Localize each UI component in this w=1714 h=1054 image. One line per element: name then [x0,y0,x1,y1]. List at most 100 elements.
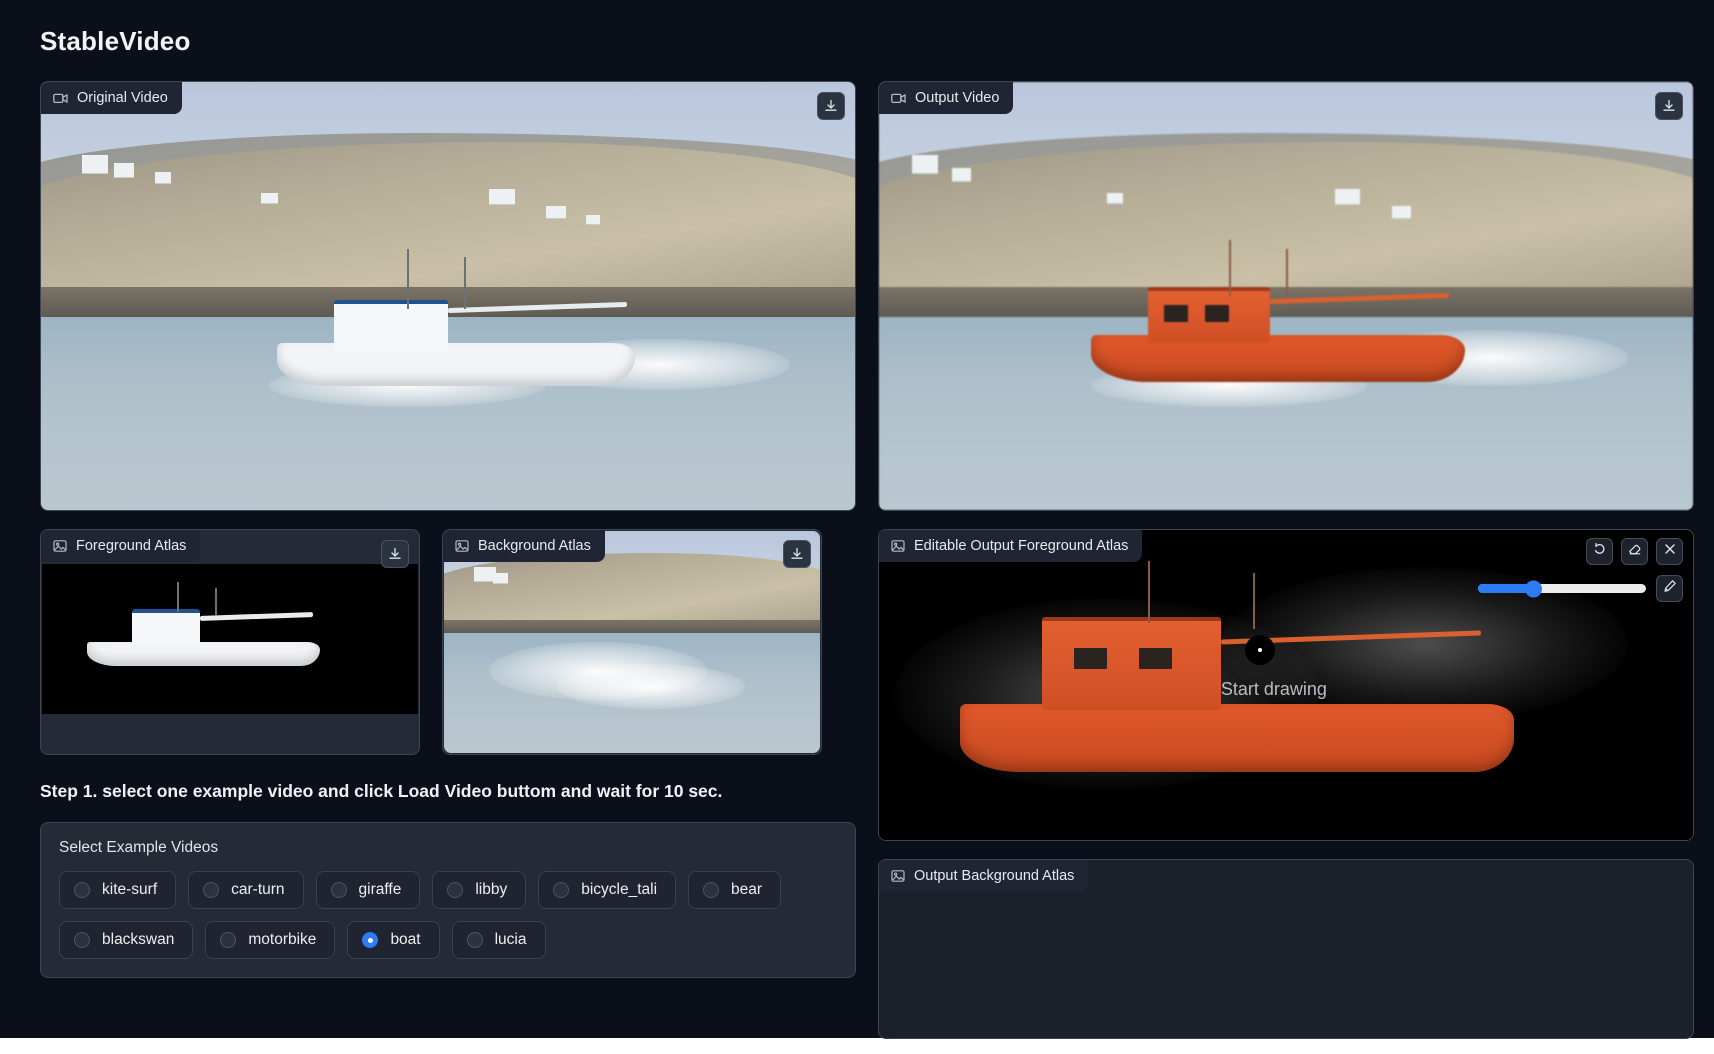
editable-output-foreground-atlas-panel: Start drawing Editable Output Foreground… [878,529,1694,841]
radio-label: blackswan [102,931,175,948]
close-icon [1663,542,1677,561]
house [260,193,278,204]
radio-label: kite-surf [102,881,158,898]
house [154,171,171,183]
left-column: Original Video Foreground Atlas Backgrou… [40,81,856,1039]
output-background-atlas-label-tag: Output Background Atlas [879,860,1089,892]
page-title: StableVideo [40,26,191,56]
radio-blackswan[interactable]: blackswan [59,921,194,959]
brush-size-slider[interactable] [1478,580,1646,597]
image-icon [455,539,469,553]
foreground-atlas-label: Foreground Atlas [76,538,187,554]
radio-label: car-turn [231,881,285,898]
output-video-label: Output Video [915,90,1000,106]
radio-label: lucia [494,931,527,948]
download-background-atlas-button[interactable] [783,540,811,568]
radio-motorbike[interactable]: motorbike [205,921,336,959]
radio-dot [466,932,483,948]
house [911,154,938,173]
background-atlas-label: Background Atlas [478,538,591,554]
undo-icon [1593,542,1607,561]
radio-dot [74,932,90,948]
editable-output-foreground-atlas-label: Editable Output Foreground Atlas [914,538,1129,554]
example-videos-title: Select Example Videos [59,839,219,856]
close-button[interactable] [1656,538,1683,565]
example-videos-row: kite-surf car-turn giraffe libby bicycle… [59,871,837,909]
image-icon [891,869,905,883]
foreground-atlas-panel: Foreground Atlas [40,529,420,755]
house [1334,189,1360,204]
foreground-atlas-image[interactable] [42,564,418,714]
radio-dot [553,882,570,898]
editable-atlas-toolbar [1586,538,1683,565]
brush-size-control [1478,575,1683,602]
example-videos-rows: kite-surf car-turn giraffe libby bicycle… [59,871,837,959]
output-background-atlas-panel: Output Background Atlas [878,859,1694,1039]
radio-boat[interactable]: boat [347,921,440,959]
step1-instruction: Step 1. select one example video and cli… [40,781,723,801]
house [1391,206,1411,219]
background-atlas-label-tag: Background Atlas [443,530,605,562]
radio-dot [330,882,347,898]
hill [41,141,855,305]
brush-size-slider-knob[interactable] [1525,580,1543,597]
video-camera-icon [53,92,68,105]
output-background-atlas-label: Output Background Atlas [914,868,1075,884]
atlas-row: Foreground Atlas Background Atlas [40,529,856,755]
radio-dot [203,882,220,898]
house [952,167,972,181]
original-video-label-tag: Original Video [41,82,182,114]
radio-label: boat [390,931,421,948]
radio-dot [703,882,720,898]
download-output-video-button[interactable] [1655,92,1683,120]
radio-dot [74,882,90,898]
start-drawing-hint: Start drawing [1220,678,1327,699]
radio-car-turn[interactable]: car-turn [188,871,304,909]
radio-libby[interactable]: libby [432,871,527,909]
radio-bear[interactable]: bear [688,871,782,909]
background-atlas-image[interactable] [444,531,820,753]
radio-label: motorbike [248,931,317,948]
radio-label: bicycle_tali [581,881,658,898]
image-icon [53,539,67,553]
app-root: StableVideo Original Video Foreground At… [0,0,1714,1039]
radio-bicycle-tali[interactable]: bicycle_tali [538,871,677,909]
radio-kite-surf[interactable]: kite-surf [59,871,177,909]
editable-output-foreground-atlas-label-tag: Editable Output Foreground Atlas [879,530,1143,562]
output-video-label-tag: Output Video [879,82,1014,114]
house [586,214,601,224]
house [114,163,135,178]
house [545,206,566,219]
example-videos-row: blackswan motorbike boat lucia [59,921,837,959]
image-icon [891,539,905,553]
output-video-panel: Output Video [878,81,1694,511]
house [1106,193,1123,204]
eraser-button[interactable] [1621,538,1648,565]
output-video-canvas[interactable] [879,82,1693,510]
foreground-atlas-label-tag: Foreground Atlas [41,530,201,562]
pen-tool-button[interactable] [1656,575,1683,602]
original-video-label: Original Video [77,90,168,106]
house [81,154,108,173]
house [488,189,515,204]
radio-dot [362,932,379,948]
undo-button[interactable] [1586,538,1613,565]
radio-giraffe[interactable]: giraffe [315,871,421,909]
radio-label: bear [731,881,763,898]
download-original-video-button[interactable] [817,92,845,120]
original-video-canvas[interactable] [41,82,855,510]
pen-icon [1663,579,1677,598]
radio-dot [220,932,237,948]
right-column: Output Video Start drawing Editable Outp… [878,81,1694,1039]
download-icon [824,99,838,113]
download-icon [790,547,804,561]
eraser-icon [1628,542,1642,561]
download-foreground-atlas-button[interactable] [381,540,409,568]
radio-label: libby [475,881,508,898]
video-camera-icon [891,92,906,105]
main-columns: Original Video Foreground Atlas Backgrou… [40,81,1694,1039]
radio-dot [447,882,464,898]
download-icon [1662,99,1676,113]
radio-lucia[interactable]: lucia [451,921,546,959]
background-atlas-panel: Background Atlas [442,529,822,755]
